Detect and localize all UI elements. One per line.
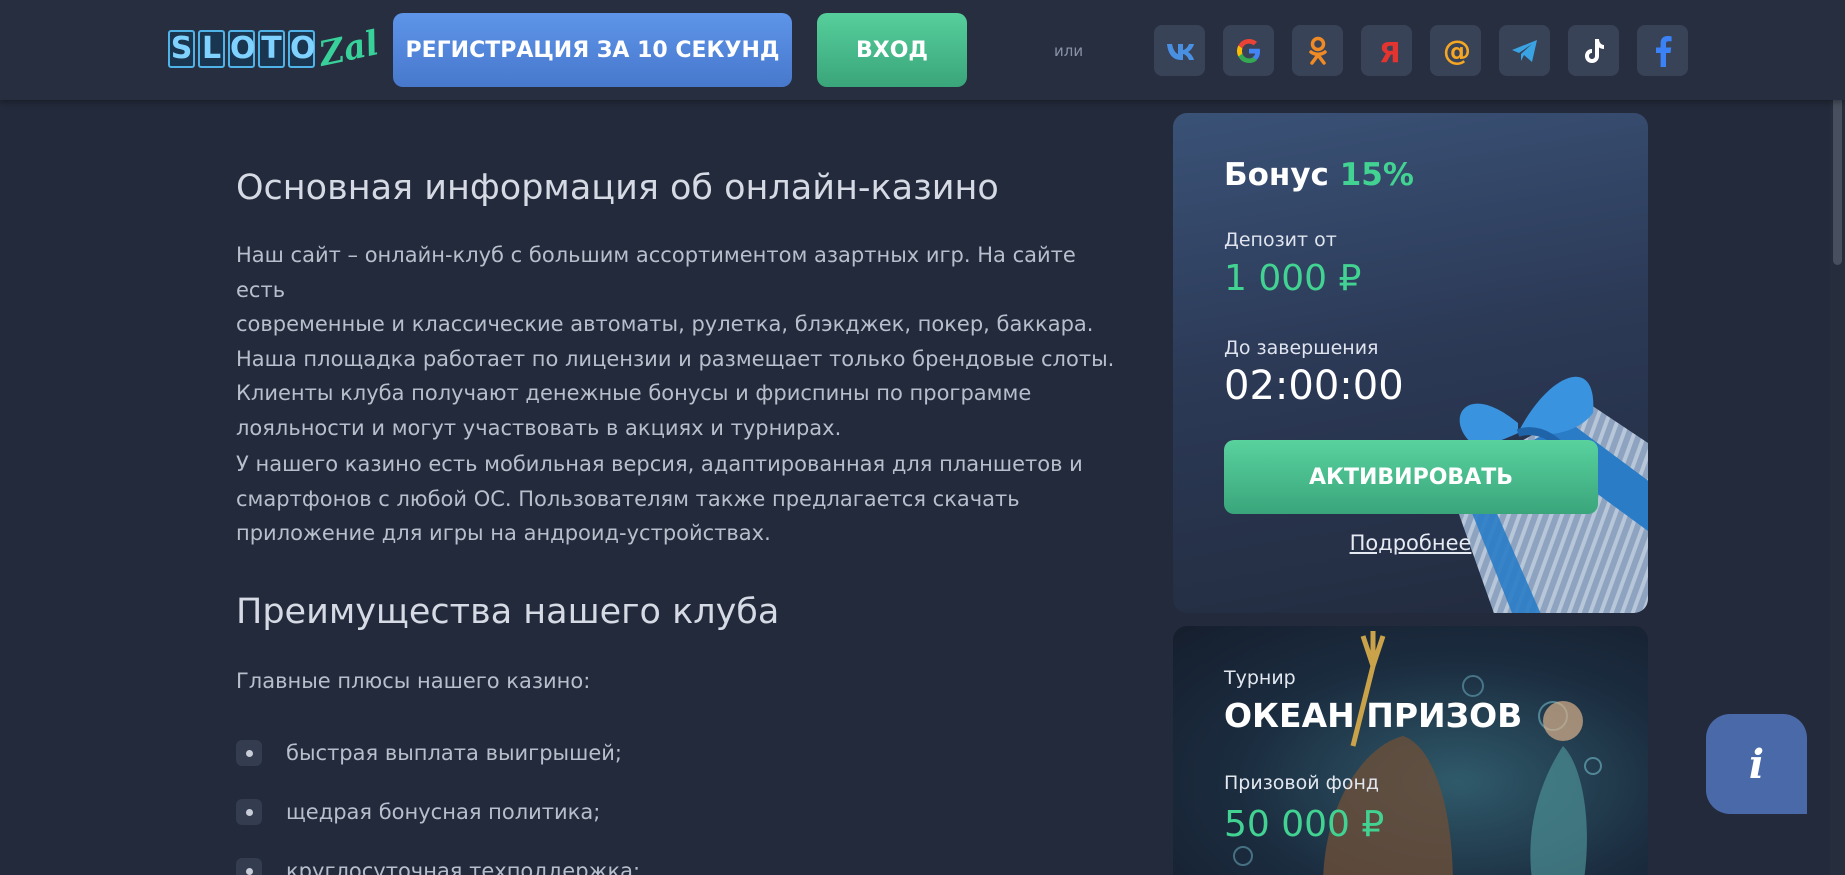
list-item-text: щедрая бонусная политика;	[286, 800, 601, 824]
heading-main-info: Основная информация об онлайн-казино	[236, 168, 999, 208]
tiktok-login-button[interactable]	[1568, 25, 1619, 76]
info-icon: i	[1748, 740, 1765, 788]
list-item: щедрая бонусная политика;	[236, 799, 600, 825]
text-line: лояльности и могут участвовать в акциях …	[236, 415, 842, 440]
odnoklassniki-login-button[interactable]	[1292, 25, 1343, 76]
paragraph-mobile: У нашего казино есть мобильная версия, а…	[236, 447, 1116, 551]
mailru-icon: @	[1443, 36, 1471, 66]
list-item-text: круглосуточная техподдержка;	[286, 859, 641, 875]
info-button[interactable]: i	[1706, 714, 1807, 814]
site-header: S L O T O Zal РЕГИСТРАЦИЯ ЗА 10 СЕКУНД В…	[0, 0, 1845, 100]
logo-main: S L O T O	[168, 30, 316, 68]
tiktok-icon	[1584, 38, 1604, 63]
svg-text:Я: Я	[1379, 36, 1399, 66]
vk-icon	[1166, 43, 1194, 60]
advantages-intro: Главные плюсы нашего казино:	[236, 669, 591, 693]
timer-value: 02:00:00	[1224, 363, 1404, 409]
deposit-value: 1 000 ₽	[1224, 258, 1362, 299]
deposit-label: Депозит от	[1224, 229, 1337, 251]
heading-advantages: Преимущества нашего клуба	[236, 592, 780, 632]
tournament-card[interactable]: Турнир ОКЕАН ПРИЗОВ Призовой фонд 50 000…	[1173, 626, 1648, 875]
text-line: приложение для игры на андроид-устройств…	[236, 521, 771, 546]
bonus-title-text: Бонус	[1224, 157, 1329, 193]
logo-letter: O	[288, 30, 316, 68]
facebook-icon	[1655, 35, 1672, 67]
vk-login-button[interactable]	[1154, 25, 1205, 76]
logo-letter: S	[168, 30, 195, 68]
odnoklassniki-icon	[1308, 36, 1327, 65]
bullet-icon	[236, 740, 262, 766]
google-icon	[1236, 38, 1260, 63]
bullet-icon	[236, 858, 262, 875]
list-item: быстрая выплата выигрышей;	[236, 740, 622, 766]
yandex-icon: Я	[1379, 36, 1399, 66]
text-line: смартфонов с любой ОС. Пользователям так…	[236, 486, 1020, 511]
text-line: Наш сайт – онлайн-клуб с большим ассорти…	[236, 243, 1076, 302]
logo-letter: T	[258, 30, 285, 68]
logo-letter: O	[228, 30, 256, 68]
scrollbar-thumb[interactable]	[1833, 80, 1842, 265]
logo-letter: L	[198, 30, 225, 68]
register-button[interactable]: РЕГИСТРАЦИЯ ЗА 10 СЕКУНД	[393, 13, 792, 87]
paragraph-about: Наш сайт – онлайн-клуб с большим ассорти…	[236, 238, 1116, 446]
tournament-label: Турнир	[1224, 667, 1296, 689]
svg-text:@: @	[1443, 36, 1471, 66]
tournament-title: ОКЕАН ПРИЗОВ	[1224, 696, 1523, 735]
yandex-login-button[interactable]: Я	[1361, 25, 1412, 76]
bonus-title: Бонус 15%	[1224, 157, 1414, 193]
telegram-login-button[interactable]	[1499, 25, 1550, 76]
google-login-button[interactable]	[1223, 25, 1274, 76]
more-details-link[interactable]: Подробнее	[1173, 531, 1648, 555]
text-line: У нашего казино есть мобильная версия, а…	[236, 452, 1083, 476]
facebook-login-button[interactable]	[1637, 25, 1688, 76]
logo-script: Zal	[315, 23, 383, 75]
list-item-text: быстрая выплата выигрышей;	[286, 741, 622, 765]
telegram-icon	[1511, 39, 1537, 62]
bonus-percent: 15%	[1339, 157, 1414, 193]
text-line: Клиенты клуба получают денежные бонусы и…	[236, 381, 1032, 406]
prize-fund-value: 50 000 ₽	[1224, 804, 1385, 845]
mailru-login-button[interactable]: @	[1430, 25, 1481, 76]
or-separator: или	[1054, 42, 1084, 60]
page-scrollbar[interactable]	[1830, 0, 1845, 875]
timer-label: До завершения	[1224, 337, 1379, 359]
bullet-icon	[236, 799, 262, 825]
prize-fund-label: Призовой фонд	[1224, 772, 1380, 794]
site-logo[interactable]: S L O T O Zal	[168, 23, 382, 75]
social-login-list: Я @	[1154, 25, 1688, 76]
activate-button[interactable]: АКТИВИРОВАТЬ	[1224, 440, 1598, 514]
bonus-card: Бонус 15% Депозит от 1 000 ₽ До завершен…	[1173, 113, 1648, 613]
text-line: современные и классические автоматы, рул…	[236, 312, 1094, 337]
list-item: круглосуточная техподдержка;	[236, 858, 640, 875]
login-button[interactable]: ВХОД	[817, 13, 967, 87]
text-line: Наша площадка работает по лицензии и раз…	[236, 346, 1115, 371]
